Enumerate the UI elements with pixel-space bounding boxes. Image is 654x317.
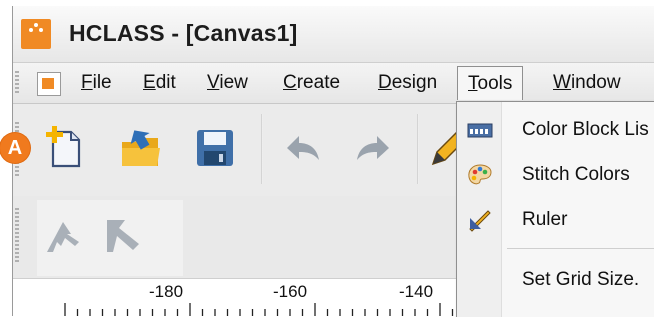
palette-icon <box>468 164 492 185</box>
undo-arrow-icon <box>287 136 319 160</box>
shape-tool-2-button[interactable] <box>99 212 147 260</box>
menu-design[interactable]: Design <box>376 70 439 96</box>
redo-arrow-icon <box>357 136 389 160</box>
document-menu-icon[interactable] <box>37 72 61 96</box>
save-button[interactable] <box>191 124 239 172</box>
toolbar2-grip[interactable] <box>15 208 19 264</box>
ruler-icon <box>469 210 491 232</box>
menu-item-ruler[interactable]: Ruler <box>457 200 654 240</box>
menu-item-label: Stitch Colors <box>522 164 630 185</box>
new-document-button[interactable] <box>41 124 89 172</box>
menu-separator <box>507 248 654 249</box>
menu-window[interactable]: Window <box>551 70 623 96</box>
menu-item-set-grid-size[interactable]: Set Grid Size. <box>457 260 654 300</box>
menu-bar: File Edit View Create Design Tools Windo… <box>13 63 654 104</box>
shape-tool-1-button[interactable] <box>41 212 89 260</box>
redo-button[interactable] <box>349 124 397 172</box>
menu-view[interactable]: View <box>205 70 250 96</box>
save-disk-icon <box>197 130 233 166</box>
new-document-icon <box>46 126 81 168</box>
tools-dropdown-menu: Color Block Lis Stitch Colors Ruler Set … <box>456 101 654 317</box>
menu-item-label: Ruler <box>522 209 568 230</box>
menu-item-label: Set Grid Size. <box>522 269 640 290</box>
pencil-icon <box>431 130 457 166</box>
undo-button[interactable] <box>279 124 327 172</box>
menu-item-color-block-list[interactable]: Color Block Lis <box>457 110 654 150</box>
callout-badge: A <box>0 133 30 163</box>
menubar-grip[interactable] <box>15 71 19 95</box>
menu-item-label: Color Block Lis <box>522 119 649 140</box>
toolbar-separator <box>417 114 419 184</box>
menu-item-stitch-colors[interactable]: Stitch Colors <box>457 155 654 195</box>
menu-create[interactable]: Create <box>281 70 342 96</box>
app-logo-icon <box>21 19 51 49</box>
shape-tool-panel <box>37 200 183 276</box>
open-button[interactable] <box>117 124 165 172</box>
menu-tools[interactable]: Tools <box>457 66 524 100</box>
menu-file[interactable]: File <box>79 70 114 96</box>
stitch-shape-icon <box>47 222 79 252</box>
window-title: HCLASS - [Canvas1] <box>69 20 298 46</box>
menu-edit[interactable]: Edit <box>141 70 178 96</box>
stitch-shape-icon <box>107 220 139 252</box>
open-folder-icon <box>122 130 160 166</box>
edit-button[interactable] <box>427 124 457 172</box>
title-bar: HCLASS - [Canvas1] <box>13 6 654 63</box>
color-block-list-icon <box>467 123 493 138</box>
toolbar-separator <box>261 114 263 184</box>
